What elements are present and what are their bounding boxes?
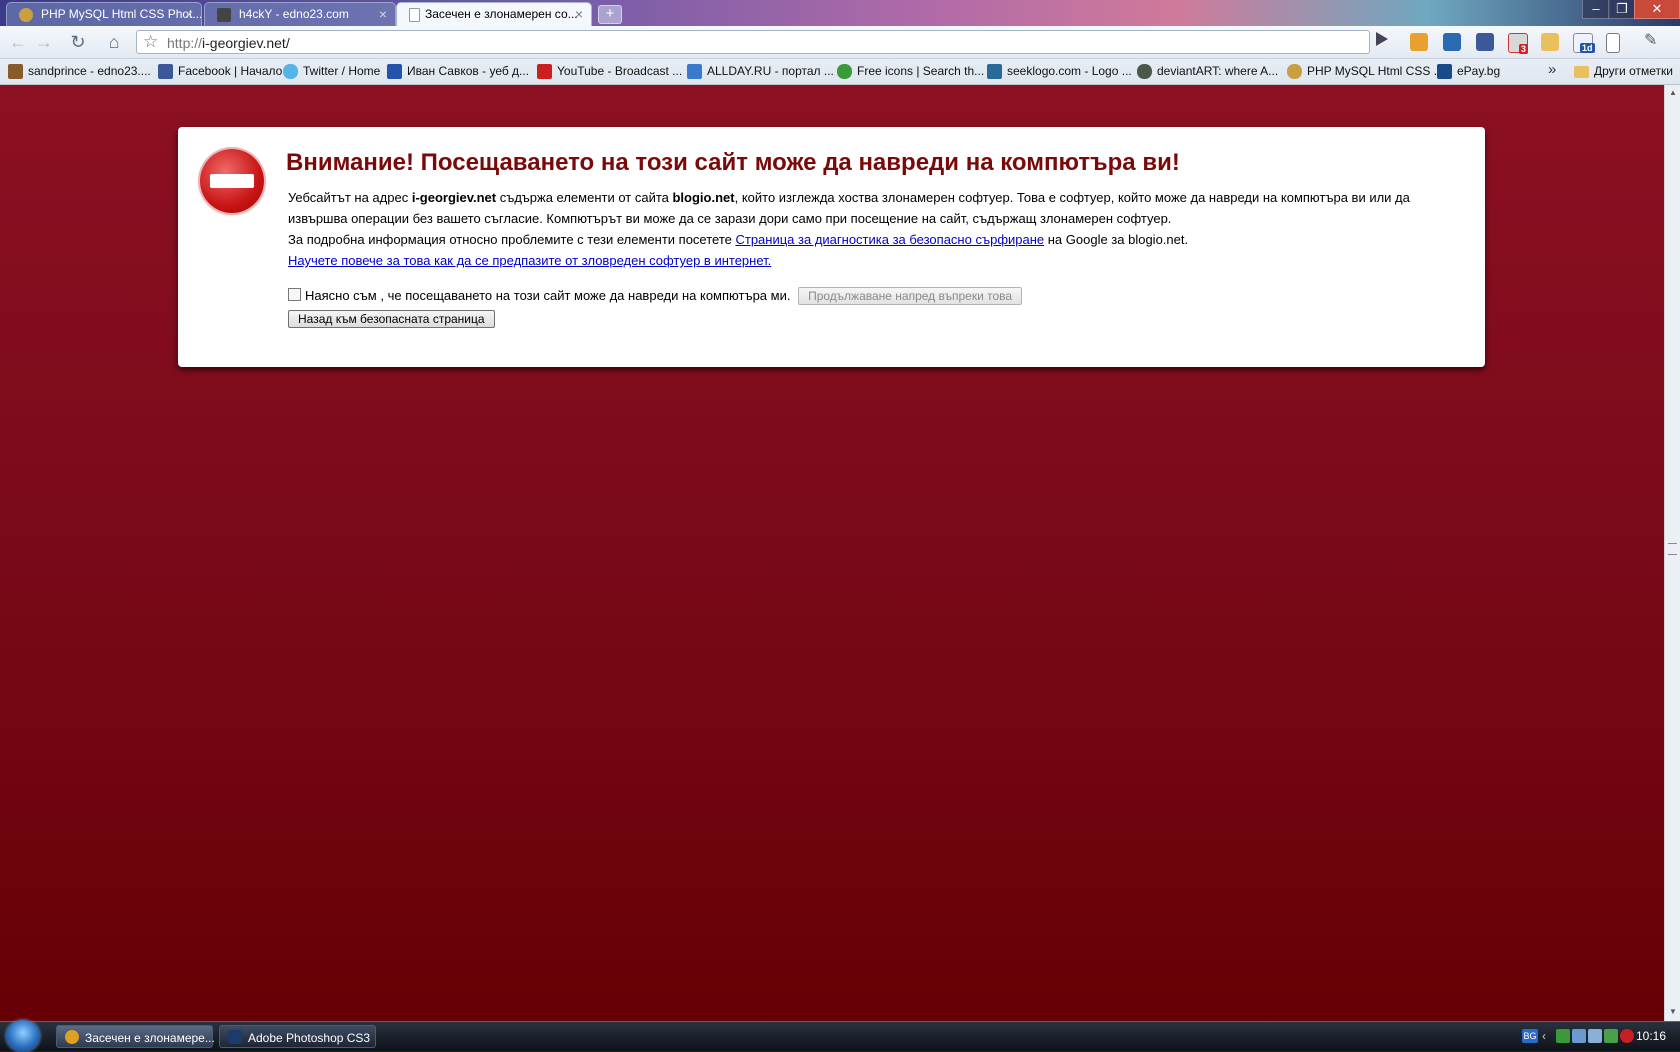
maximize-button[interactable]: ❐ [1608,0,1636,19]
home-icon[interactable]: ⌂ [102,30,126,54]
bookmark-item[interactable]: deviantART: where A... [1137,64,1278,79]
site-favicon-icon [217,8,231,22]
bookmark-favicon-icon [987,64,1002,79]
address-bar[interactable]: ☆ http://i-georgiev.net/ [136,30,1370,54]
bookmark-favicon-icon [837,64,852,79]
go-arrow-icon[interactable] [1376,32,1388,46]
tab-label: h4ckY - edno23.com [239,7,349,21]
close-tab-icon[interactable]: × [379,6,387,22]
deviantart-icon [1137,64,1152,79]
bookmark-item[interactable]: PHP MySQL Html CSS ... [1287,64,1444,79]
photos-icon[interactable] [1541,33,1559,51]
bookmark-item[interactable]: YouTube - Broadcast ... [537,64,682,79]
close-tab-icon[interactable]: × [185,6,193,22]
gmail-icon[interactable]: 3 [1508,33,1529,54]
warning-description: Уебсайтът на адрес i-georgiev.net съдърж… [288,190,1410,268]
browser-toolbar: ← → ↻ ⌂ ☆ http://i-georgiev.net/ 3 1d ✎ [0,26,1680,59]
photoshop-icon [228,1030,242,1044]
window-close-button[interactable]: ✕ [1634,0,1680,19]
proceed-anyway-button[interactable]: Продължаване напред въпреки това [798,287,1023,305]
taskbar-item-chrome[interactable]: Засечен е злонамере... [56,1025,215,1048]
twitter-icon [283,64,298,79]
minimize-button[interactable]: – [1582,0,1610,19]
bookmark-favicon-icon [687,64,702,79]
bookmark-item[interactable]: ALLDAY.RU - портал ... [687,64,834,79]
facebook-icon [158,64,173,79]
tab-h4cky[interactable]: h4ckY - edno23.com × [204,2,396,26]
bookmark-item[interactable]: Иван Савков - уеб д... [387,64,529,79]
other-bookmarks-folder[interactable]: Други отметки [1574,64,1673,78]
tray-app-icon[interactable] [1572,1029,1586,1043]
folder-icon [1574,66,1589,78]
back-arrow-icon[interactable]: ← [6,30,30,54]
tray-monitor-icon[interactable] [1588,1029,1602,1043]
tray-windows-icon[interactable] [1604,1029,1618,1043]
consent-label: Наясно съм , че посещаването на този сай… [305,288,791,303]
calendar-icon[interactable]: 1d [1573,33,1595,53]
consent-checkbox[interactable] [288,288,301,301]
new-tab-button[interactable]: + [598,5,622,24]
tab-malware-warning[interactable]: Засечен е злонамерен со... × [396,2,592,26]
page-menu-icon[interactable] [1606,33,1620,53]
back-to-safety-button[interactable]: Назад към безопасната страница [288,310,495,328]
extension-bug-icon[interactable] [1410,33,1428,51]
tab-label: Засечен е злонамерен со... [425,7,578,21]
windows-taskbar: Засечен е злонамере... Adobe Photoshop C… [0,1020,1680,1052]
tab-strip: PHP MySQL Html CSS Phot... × h4ckY - edn… [0,0,1680,26]
facebook-icon[interactable] [1476,33,1494,51]
vertical-scrollbar[interactable]: ▲ ▼ [1664,85,1680,1021]
tab-php-mysql[interactable]: PHP MySQL Html CSS Phot... × [6,2,202,26]
page-icon [409,8,420,22]
download-icon[interactable] [1443,33,1461,51]
taskbar-item-photoshop[interactable]: Adobe Photoshop CS3 [219,1025,376,1048]
wrench-menu-icon[interactable]: ✎ [1644,30,1662,49]
bookmark-item[interactable]: Free icons | Search th... [837,64,984,79]
bookmarks-bar: sandprince - edno23.... Facebook | Начал… [0,59,1680,85]
tray-network-icon[interactable] [1556,1029,1570,1043]
warning-title: Внимание! Посещаването на този сайт може… [286,149,1180,176]
bookmark-item[interactable]: sandprince - edno23.... [8,64,151,79]
bookmark-star-icon[interactable]: ☆ [143,32,158,52]
more-bookmarks-chevron-icon[interactable]: » [1548,61,1556,78]
language-indicator[interactable]: BG [1522,1029,1538,1043]
stop-sign-icon [200,149,264,213]
scroll-up-icon[interactable]: ▲ [1669,88,1677,97]
tray-antivirus-icon[interactable] [1620,1029,1634,1043]
page-content: Внимание! Посещаването на този сайт може… [0,85,1664,1021]
forward-arrow-icon[interactable]: → [32,30,56,54]
bookmark-favicon-icon [8,64,23,79]
start-button[interactable] [6,1020,40,1052]
bookmark-favicon-icon [387,64,402,79]
site-favicon-icon [19,8,33,22]
bookmark-item[interactable]: Twitter / Home [283,64,380,79]
site-name: i-georgiev.net [411,190,497,205]
malware-site-name: blogio.net [672,190,735,205]
warning-card: Внимание! Посещаването на този сайт може… [178,127,1485,367]
epay-icon [1437,64,1452,79]
tray-expand-icon[interactable]: ‹ [1542,1029,1556,1043]
reload-icon[interactable]: ↻ [66,30,90,54]
clock[interactable]: 10:16 [1636,1029,1666,1043]
bookmark-item[interactable]: seeklogo.com - Logo ... [987,64,1132,79]
youtube-icon [537,64,552,79]
url-text[interactable]: http://i-georgiev.net/ [167,35,290,51]
bookmark-item[interactable]: Facebook | Начало [158,64,282,79]
bookmark-item[interactable]: ePay.bg [1437,64,1500,79]
chrome-icon [65,1030,79,1044]
tab-label: PHP MySQL Html CSS Phot... [41,7,202,21]
scroll-down-icon[interactable]: ▼ [1669,1007,1677,1016]
safe-browsing-diagnostic-link[interactable]: Страница за диагностика за безопасно сър… [735,232,1044,247]
consent-row: Наясно съм , че посещаването на този сай… [288,287,1023,305]
learn-more-link[interactable]: Научете повече за това как да се предпаз… [288,253,771,268]
close-tab-icon[interactable]: × [575,6,583,22]
bookmark-favicon-icon [1287,64,1302,79]
scrollbar-grip[interactable] [1668,543,1677,555]
